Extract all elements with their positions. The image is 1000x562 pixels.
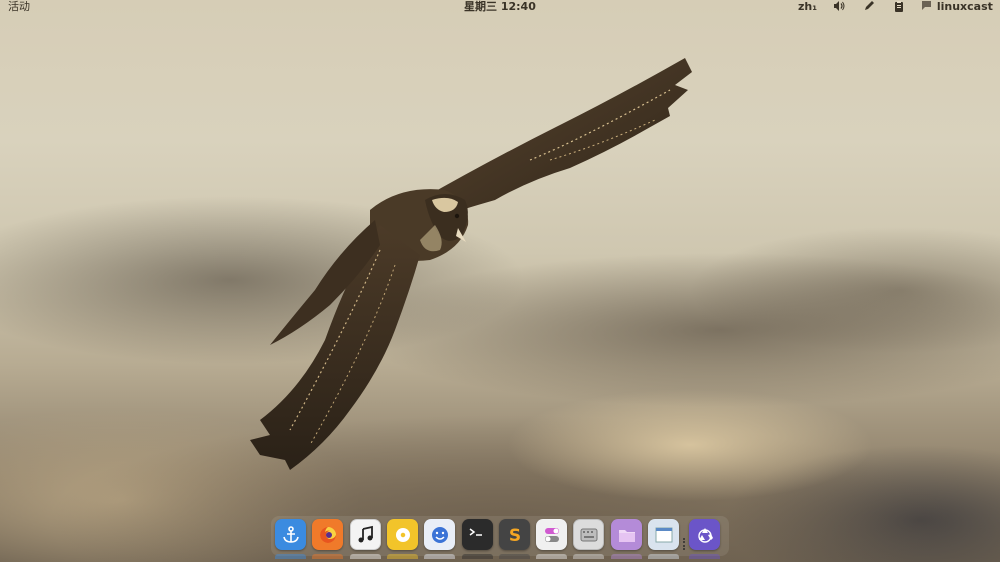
- dock-item-music-player[interactable]: [350, 519, 381, 550]
- toggle-icon: [542, 525, 562, 545]
- music-note-icon: [356, 525, 376, 545]
- username-label: linuxcast: [936, 0, 993, 13]
- dock-item-sublime-text[interactable]: S: [499, 519, 530, 550]
- dock-item-chrome-like-browser[interactable]: [387, 519, 418, 550]
- dock-item-reflection: [350, 554, 381, 559]
- pen-icon[interactable]: [863, 0, 877, 14]
- dock-item-reflection: [648, 554, 679, 559]
- dock-item-reflection: [462, 554, 493, 559]
- folder-icon: [616, 524, 638, 546]
- dock-item-reflection: [536, 554, 567, 559]
- dock-item-terminal[interactable]: [462, 519, 493, 550]
- dock-separator: [683, 538, 689, 550]
- dock: S: [271, 516, 729, 559]
- terminal-icon: [467, 524, 489, 546]
- smiley-icon: [430, 525, 450, 545]
- dock-item-reflection: [611, 554, 642, 559]
- dock-item-reflection: [275, 554, 306, 559]
- dock-item-smiley-app[interactable]: [424, 519, 455, 550]
- dock-item-reflection: [573, 554, 604, 559]
- desktop-wallpaper: 活动 星期三 12:40 zh₁ linuxcast S: [0, 0, 1000, 562]
- activities-button[interactable]: 活动: [8, 0, 30, 14]
- keyboard-icon: [578, 524, 600, 546]
- recycle-icon: [695, 525, 715, 545]
- window-icon: [653, 524, 675, 546]
- dock-item-reflection: [689, 554, 720, 559]
- user-menu[interactable]: linuxcast: [921, 0, 993, 14]
- input-method-indicator[interactable]: zh₁: [798, 0, 817, 14]
- sublime-icon: S: [505, 525, 525, 545]
- dock-item-reflection: [424, 554, 455, 559]
- dock-item-reflection: [499, 554, 530, 559]
- dock-item-anchor-app[interactable]: [275, 519, 306, 550]
- dock-item-settings-tweaks[interactable]: [536, 519, 567, 550]
- speaker-icon[interactable]: [833, 0, 847, 14]
- dock-item-window-app[interactable]: [648, 519, 679, 550]
- chat-bubble-icon: [921, 0, 933, 14]
- svg-text:S: S: [508, 526, 520, 545]
- dock-item-firefox[interactable]: [312, 519, 343, 550]
- dock-item-keyboard-app[interactable]: [573, 519, 604, 550]
- clock-button[interactable]: 星期三 12:40: [464, 0, 536, 14]
- dock-item-reflection: [387, 554, 418, 559]
- dock-item-file-manager[interactable]: [611, 519, 642, 550]
- falcon-wallpaper-image: [250, 58, 692, 470]
- dock-item-reflection: [312, 554, 343, 559]
- anchor-icon: [281, 525, 301, 545]
- dock-item-recycle-bin[interactable]: [689, 519, 720, 550]
- chrome-icon: [393, 525, 413, 545]
- firefox-icon: [317, 524, 339, 546]
- top-bar: 活动 星期三 12:40 zh₁ linuxcast: [0, 0, 1000, 14]
- clipboard-icon[interactable]: [893, 0, 907, 14]
